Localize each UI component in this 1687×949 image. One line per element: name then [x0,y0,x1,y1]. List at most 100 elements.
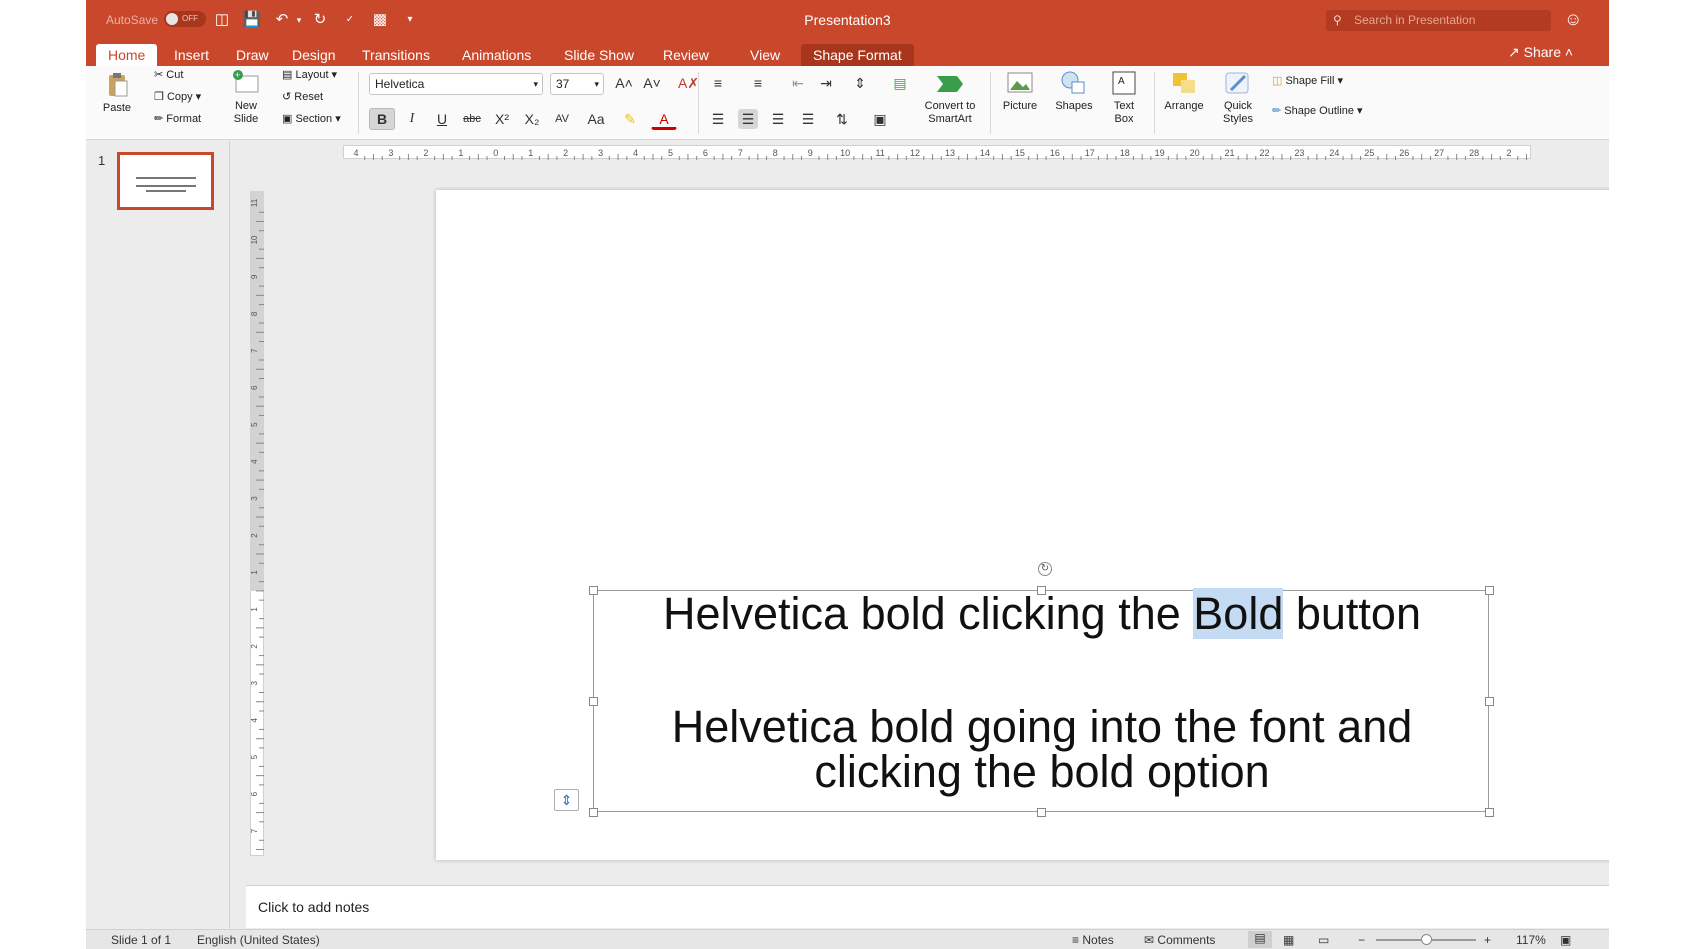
ruler-label: 15 [1015,148,1025,158]
tab-slide-show[interactable]: Slide Show [552,44,646,66]
bold-button[interactable]: B [369,108,395,130]
share-label: Share [1523,44,1561,60]
comments-label: Comments [1157,933,1216,947]
convert-smartart-label-1: Convert to [924,100,976,112]
text-run: button [1283,588,1421,639]
text-line-2[interactable]: Helvetica bold going into the font and [594,704,1490,750]
font-color-icon[interactable]: A [651,108,677,130]
underline-button[interactable]: U [429,108,455,130]
horizontal-ruler[interactable]: 4 3 2 1 0 1 2 3 4 5 6 7 8 9 10 11 12 13 14 15 16 17 18 19 20 21 22… [246,141,1609,163]
tab-home[interactable]: Home [96,44,158,66]
quick-styles-icon [1225,72,1249,94]
comments-button[interactable]: ✉ Comments [1144,933,1215,947]
bullets-icon[interactable]: ≡ [708,73,728,93]
tab-animations[interactable]: Animations [450,44,543,66]
convert-smartart-button[interactable]: Convert to SmartArt [918,70,982,126]
ruler-label: 9 [250,274,259,279]
share-button[interactable]: ↗ Share ˄ [1508,44,1573,61]
subscript-button[interactable]: X₂ [519,108,545,130]
ruler-label: 28 [1469,148,1479,158]
rotate-handle-icon[interactable]: ↻ [1038,562,1052,576]
text-box[interactable]: ↻ ⇕ Helvetica bold clicking the Bold but… [554,562,1494,817]
resize-handle[interactable] [1037,808,1046,817]
section-button[interactable]: ▣ Section ▾ [282,112,341,125]
copy-button[interactable]: ❐ Copy ▾ [154,90,201,103]
reset-icon: ↺ [282,91,292,103]
thumb-line [136,185,196,187]
arrange-button[interactable]: Arrange [1160,70,1208,113]
fit-to-window-icon[interactable]: ▣ [1560,933,1571,947]
resize-handle[interactable] [589,808,598,817]
feedback-smiley-icon[interactable]: ☺ [1564,9,1582,30]
paste-button[interactable]: Paste [92,72,142,115]
increase-indent-icon[interactable]: ⇥ [816,73,836,93]
decrease-font-size-icon[interactable]: A˅ [642,73,662,93]
ruler-label: 2 [563,148,568,158]
shapes-button[interactable]: Shapes [1050,70,1098,113]
increase-font-size-icon[interactable]: A˄ [614,73,634,93]
smartart-icon [937,76,963,92]
resize-handle[interactable] [1485,808,1494,817]
new-slide-button[interactable]: + New Slide [226,70,266,126]
align-text-icon[interactable]: ▣ [870,109,890,129]
justify-icon[interactable]: ☰ [798,109,818,129]
superscript-button[interactable]: X² [489,108,515,130]
columns-icon[interactable]: ▤ [890,73,910,93]
tab-insert[interactable]: Insert [162,44,221,66]
cut-button[interactable]: ✂ Cut [154,68,183,81]
notes-button[interactable]: ≡ Notes [1072,933,1114,947]
decrease-indent-icon[interactable]: ⇤ [788,73,808,93]
slide[interactable]: ↻ ⇕ Helvetica bold clicking the Bold but… [436,190,1609,860]
strikethrough-button[interactable]: abc [459,108,485,130]
align-right-icon[interactable]: ☰ [768,109,788,129]
quick-styles-button[interactable]: Quick Styles [1214,70,1262,126]
vertical-ruler[interactable]: 11 10 9 8 7 6 5 4 3 2 1 1 2 3 4 5 6 7 [246,163,268,873]
font-size-dropdown[interactable]: 37 ▾ [550,73,604,95]
line-spacing-icon[interactable]: ⇕ [850,73,870,93]
tab-design[interactable]: Design [280,44,348,66]
picture-button[interactable]: Picture [996,70,1044,113]
italic-button[interactable]: I [399,108,425,130]
layout-button[interactable]: ▤ Layout ▾ [282,68,337,81]
normal-view-icon[interactable]: ▤ [1248,931,1272,948]
layout-label: Layout [295,69,329,81]
collapse-ribbon-icon[interactable]: ˄ [1565,44,1573,60]
ruler-label: 13 [945,148,955,158]
zoom-level[interactable]: 117% [1516,933,1546,947]
align-center-icon[interactable]: ☰ [738,109,758,129]
tab-review[interactable]: Review [651,44,721,66]
text-box-button[interactable]: A Text Box [1102,70,1146,126]
format-painter-button[interactable]: ✏ Format [154,112,201,125]
tab-draw[interactable]: Draw [224,44,281,66]
reading-view-icon[interactable]: ▭ [1318,933,1329,947]
clear-formatting-icon[interactable]: A✗ [678,73,699,93]
shape-outline-button[interactable]: ✏ Shape Outline ▾ [1272,104,1363,117]
search-icon: ⚲ [1333,13,1342,27]
zoom-slider-thumb[interactable] [1421,934,1432,945]
slide-thumbnail[interactable] [117,152,214,210]
copy-icon: ❐ [154,91,164,103]
change-case-icon[interactable]: Aa [583,108,609,130]
numbering-icon[interactable]: ≡ [748,73,768,93]
autofit-icon[interactable]: ⇕ [554,789,579,811]
shape-fill-button[interactable]: ◫ Shape Fill ▾ [1272,74,1343,87]
slide-sorter-icon[interactable]: ▦ [1283,933,1294,947]
tab-shape-format[interactable]: Shape Format [801,44,914,66]
ruler-label: 14 [980,148,990,158]
font-name-dropdown[interactable]: Helvetica ▾ [369,73,543,95]
reset-button[interactable]: ↺ Reset [282,90,323,103]
text-line-3[interactable]: clicking the bold option [594,749,1490,795]
align-left-icon[interactable]: ☰ [708,109,728,129]
text-direction-icon[interactable]: ⇅ [832,109,852,129]
tab-view[interactable]: View [738,44,792,66]
notes-pane[interactable]: Click to add notes [246,885,1609,928]
character-spacing-icon[interactable]: AV [549,108,575,130]
search-input[interactable]: ⚲ Search in Presentation [1326,10,1551,31]
language-status[interactable]: English (United States) [197,933,320,947]
text-line-1[interactable]: Helvetica bold clicking the Bold button [594,588,1490,639]
highlight-color-icon[interactable]: ✎ [617,108,643,130]
tab-transitions[interactable]: Transitions [350,44,442,66]
zoom-out-icon[interactable]: − [1358,933,1365,947]
arrange-icon [1173,73,1195,93]
zoom-in-icon[interactable]: + [1484,933,1491,947]
